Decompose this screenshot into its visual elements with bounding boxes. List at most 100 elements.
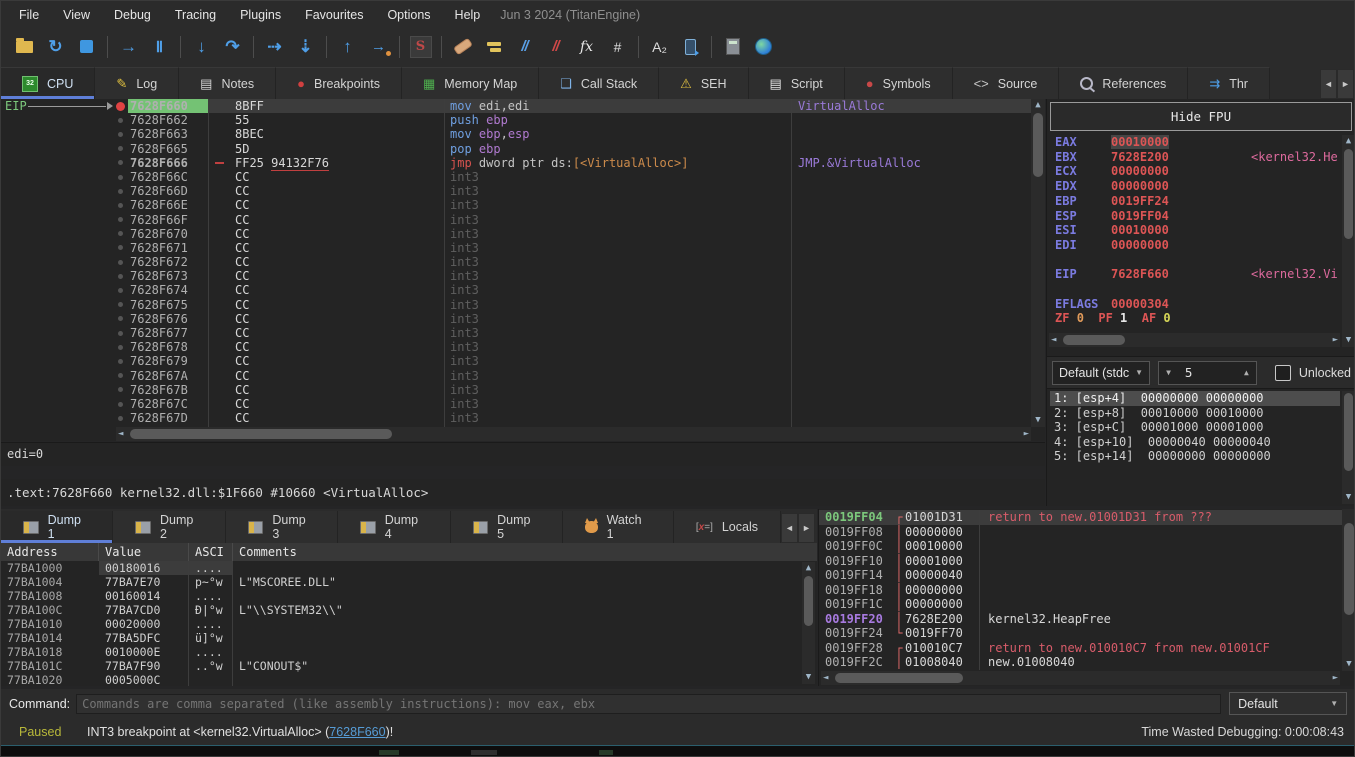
- instruction-cell[interactable]: int3: [444, 283, 791, 297]
- column-header-value[interactable]: Value: [99, 543, 189, 561]
- dump-row[interactable]: 77BA100000180016....: [1, 561, 817, 575]
- highlight-mode-button[interactable]: //: [509, 33, 540, 60]
- dump-row[interactable]: 77BA101C77BA7F90..°wL"CONOUT$": [1, 659, 817, 673]
- bytes-cell[interactable]: CC: [208, 383, 444, 397]
- register-row[interactable]: ESI00010000: [1055, 223, 1340, 238]
- stack-row[interactable]: 0019FF08│00000000: [819, 525, 1342, 540]
- stack-row[interactable]: 0019FF10│00001000: [819, 554, 1342, 569]
- bytes-cell[interactable]: FF25 94132F76: [208, 156, 444, 170]
- bytes-cell[interactable]: CC: [208, 184, 444, 198]
- disasm-row[interactable]: 7628F675CCint3: [1, 298, 1031, 312]
- comment-cell[interactable]: [791, 241, 1031, 255]
- breakpoint-dot-cell[interactable]: [113, 156, 128, 170]
- disasm-row[interactable]: 7628F67DCCint3: [1, 411, 1031, 425]
- tab-symbols[interactable]: ●Symbols: [845, 67, 953, 99]
- address-cell[interactable]: 7628F66D: [128, 184, 208, 198]
- bytes-cell[interactable]: CC: [208, 170, 444, 184]
- registers-vscroll-down-icon[interactable]: ▼: [1342, 336, 1355, 345]
- comment-cell[interactable]: [791, 312, 1031, 326]
- s-toggle-button[interactable]: S: [405, 33, 436, 60]
- disasm-vscroll-down-icon[interactable]: ▼: [1031, 416, 1045, 425]
- tab-dump-1[interactable]: Dump 1: [1, 511, 113, 543]
- instruction-cell[interactable]: int3: [444, 411, 791, 425]
- stack-row[interactable]: 0019FF28┌010010C7return to new.010010C7 …: [819, 641, 1342, 656]
- tab-dump-2[interactable]: Dump 2: [113, 511, 225, 543]
- address-cell[interactable]: 7628F673: [128, 269, 208, 283]
- register-row[interactable]: EDI00000000: [1055, 238, 1340, 253]
- instruction-cell[interactable]: int3: [444, 241, 791, 255]
- instruction-cell[interactable]: int3: [444, 354, 791, 368]
- comment-cell[interactable]: [791, 298, 1031, 312]
- menu-item-tracing[interactable]: Tracing: [163, 4, 228, 26]
- column-header-comments[interactable]: Comments: [233, 543, 817, 561]
- step-into-button[interactable]: ↓: [186, 33, 217, 60]
- assemble-button[interactable]: A₂: [644, 33, 675, 60]
- breakpoint-dot-cell[interactable]: [113, 99, 128, 113]
- disasm-row[interactable]: 7628F672CCint3: [1, 255, 1031, 269]
- argument-count-stepper[interactable]: ▼ 5 ▲: [1158, 361, 1257, 385]
- stack-vscrollbar[interactable]: ▼: [1342, 509, 1355, 671]
- breakpoint-dot-cell[interactable]: [113, 184, 128, 198]
- bytes-cell[interactable]: 8BFF: [208, 99, 444, 113]
- menu-item-plugins[interactable]: Plugins: [228, 4, 293, 26]
- menu-item-debug[interactable]: Debug: [102, 4, 163, 26]
- stop-button[interactable]: [71, 33, 102, 60]
- instruction-cell[interactable]: int3: [444, 369, 791, 383]
- menu-item-favourites[interactable]: Favourites: [293, 4, 375, 26]
- tab-memory-map[interactable]: ▦Memory Map: [402, 67, 539, 99]
- breakpoint-dot-cell[interactable]: [113, 113, 128, 127]
- comment-cell[interactable]: [791, 142, 1031, 156]
- breakpoint-dot-cell[interactable]: [113, 312, 128, 326]
- disasm-row[interactable]: 7628F671CCint3: [1, 241, 1031, 255]
- menu-item-help[interactable]: Help: [443, 4, 493, 26]
- address-cell[interactable]: 7628F665: [128, 142, 208, 156]
- column-header-address[interactable]: Address: [1, 543, 99, 561]
- instruction-cell[interactable]: int3: [444, 227, 791, 241]
- tab-dump-4[interactable]: Dump 4: [338, 511, 450, 543]
- menu-item-options[interactable]: Options: [375, 4, 442, 26]
- instruction-cell[interactable]: int3: [444, 269, 791, 283]
- stack-row[interactable]: 0019FF18│00000000: [819, 583, 1342, 598]
- dump-row[interactable]: 77BA10180010000E....: [1, 645, 817, 659]
- tab-log[interactable]: ✎Log: [95, 67, 179, 99]
- comment-cell[interactable]: [791, 354, 1031, 368]
- tab-scroll-right-icon[interactable]: ►: [1337, 69, 1354, 99]
- stack-row[interactable]: 0019FF2C│01008040new.01008040: [819, 655, 1342, 670]
- instruction-cell[interactable]: push ebp: [444, 113, 791, 127]
- argument-row[interactable]: 2: [esp+8] 00010000 00010000: [1050, 406, 1340, 421]
- breakpoint-dot-cell[interactable]: [113, 269, 128, 283]
- address-cell[interactable]: 7628F677: [128, 326, 208, 340]
- breakpoint-dot-cell[interactable]: [113, 255, 128, 269]
- address-cell[interactable]: 7628F66F: [128, 213, 208, 227]
- disasm-row[interactable]: 7628F679CCint3: [1, 354, 1031, 368]
- comment-cell[interactable]: [791, 113, 1031, 127]
- disasm-hscrollbar[interactable]: ◄ ►: [116, 427, 1031, 441]
- dump-vscroll-down-icon[interactable]: ▼: [802, 673, 815, 682]
- bytes-cell[interactable]: CC: [208, 326, 444, 340]
- tab-dump-3[interactable]: Dump 3: [226, 511, 338, 543]
- args-vscrollbar-thumb[interactable]: [1344, 393, 1353, 471]
- unlocked-checkbox[interactable]: [1275, 365, 1291, 381]
- attach-button[interactable]: [675, 33, 706, 60]
- comment-cell[interactable]: VirtualAlloc: [791, 99, 1031, 113]
- step-pass-exceptions-button[interactable]: ⇣: [290, 33, 321, 60]
- disasm-vscrollbar[interactable]: ▲ ▼: [1031, 99, 1045, 427]
- open-file-button[interactable]: [9, 33, 40, 60]
- registers-hscroll-right-icon[interactable]: ►: [1333, 336, 1338, 345]
- disasm-row[interactable]: 7628F66255push ebp: [1, 113, 1031, 127]
- spin-down-icon[interactable]: ▼: [1166, 368, 1171, 377]
- stack-hscroll-left-icon[interactable]: ◄: [823, 674, 828, 683]
- disasm-row[interactable]: 7628F66DCCint3: [1, 184, 1031, 198]
- instruction-cell[interactable]: int3: [444, 340, 791, 354]
- disasm-hscroll-right-icon[interactable]: ►: [1024, 430, 1029, 439]
- disasm-row[interactable]: 7628F66FCCint3: [1, 213, 1031, 227]
- step-over-button[interactable]: ↷: [217, 33, 248, 60]
- register-row[interactable]: EBX7628E200<kernel32.He: [1055, 150, 1340, 165]
- registers-vscroll-up-icon[interactable]: ▲: [1342, 137, 1355, 146]
- argument-row[interactable]: 1: [esp+4] 00000000 00000000: [1050, 391, 1340, 406]
- stack-row[interactable]: 0019FF14│00000040: [819, 568, 1342, 583]
- dump-row[interactable]: 77BA10200005000C: [1, 673, 817, 686]
- registers-hscrollbar[interactable]: ◄ ►: [1049, 333, 1340, 347]
- execute-till-return-button[interactable]: ↑: [332, 33, 363, 60]
- address-cell[interactable]: 7628F67B: [128, 383, 208, 397]
